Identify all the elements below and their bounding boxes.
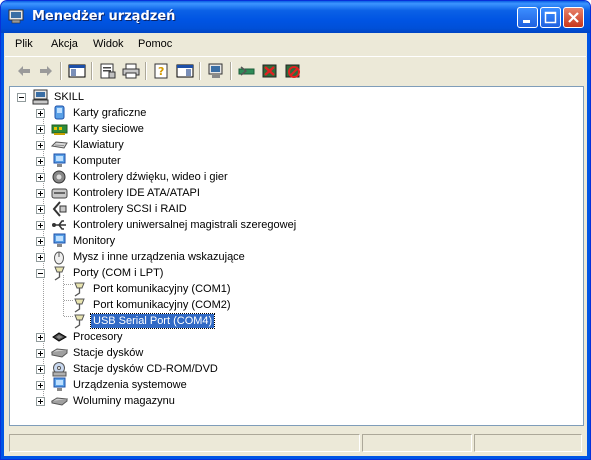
computer-icon: [32, 89, 49, 105]
expand-toggle[interactable]: [36, 205, 45, 214]
port-icon: [74, 314, 85, 329]
show-hide-console-tree-icon[interactable]: [68, 63, 86, 79]
tree-item-label: Mysz i inne urządzenia wskazujące: [73, 251, 245, 263]
sound-icon: [52, 170, 66, 184]
tree-item-label: Stacje dysków CD-ROM/DVD: [73, 363, 218, 375]
close-icon: [568, 12, 579, 23]
toolbar-separator: [91, 62, 93, 80]
device-manager-window: Menedżer urządzeń Plik Akcja Widok Pomoc…: [0, 0, 591, 460]
uninstall-icon[interactable]: [261, 63, 279, 79]
tree-item-label: Porty (COM i LPT): [73, 267, 164, 279]
usb-icon: [52, 220, 66, 230]
close-button[interactable]: [563, 7, 584, 28]
expand-toggle[interactable]: [36, 397, 45, 406]
toolbar-separator: [60, 62, 62, 80]
keyboard-icon: [51, 141, 68, 149]
tree-item-label: Procesory: [73, 331, 123, 343]
forward-icon[interactable]: [37, 63, 55, 79]
expand-toggle[interactable]: [36, 173, 45, 182]
tree-item-label: Stacje dysków: [73, 347, 144, 359]
window-title: Menedżer urządzeń: [32, 9, 176, 24]
device-manager-icon: [8, 9, 24, 24]
toolbar-separator: [230, 62, 232, 80]
tree-item-label: Kontrolery uniwersalnej magistrali szere…: [73, 219, 297, 231]
tree-item-label: Karty graficzne: [73, 107, 147, 119]
tree-item-label: Karty sieciowe: [73, 123, 144, 135]
status-pane: [9, 434, 360, 452]
tree-item-label: Port komunikacyjny (COM2): [93, 299, 231, 311]
expand-toggle[interactable]: [36, 157, 45, 166]
ide-controller-icon: [51, 188, 68, 199]
expand-toggle[interactable]: [36, 189, 45, 198]
disk-drive-icon: [51, 348, 68, 358]
network-adapter-icon: [51, 124, 68, 135]
tree-item-label: Kontrolery SCSI i RAID: [73, 203, 187, 215]
computer-icon: [53, 153, 66, 167]
toolbar: ?: [5, 56, 586, 86]
device-tree[interactable]: SKILL Karty graficzne Karty sieciowe Kla…: [9, 86, 584, 426]
scan-hardware-icon[interactable]: [207, 63, 225, 79]
back-icon[interactable]: [15, 63, 33, 79]
collapse-toggle[interactable]: [36, 269, 45, 278]
tree-item-label: Urządzenia systemowe: [73, 379, 187, 391]
maximize-button[interactable]: [540, 7, 561, 28]
status-pane: [474, 434, 582, 452]
minimize-button[interactable]: [517, 7, 538, 28]
tree-item-label: Kontrolery dźwięku, wideo i gier: [73, 171, 228, 183]
menu-akcja[interactable]: Akcja: [51, 38, 78, 50]
system-devices-icon: [53, 377, 66, 391]
tree-item-label: Woluminy magazynu: [73, 395, 175, 407]
tree-root-label: SKILL: [54, 91, 84, 103]
expand-toggle[interactable]: [36, 253, 45, 262]
toolbar-separator: [145, 62, 147, 80]
scsi-controller-icon: [52, 201, 67, 217]
status-pane: [362, 434, 472, 452]
toolbar-separator: [199, 62, 201, 80]
expand-toggle[interactable]: [36, 381, 45, 390]
svg-text:?: ?: [158, 65, 164, 78]
expand-toggle[interactable]: [36, 221, 45, 230]
port-icon: [74, 282, 85, 297]
tree-item-label: Port komunikacyjny (COM1): [93, 283, 231, 295]
expand-toggle[interactable]: [36, 333, 45, 342]
expand-toggle[interactable]: [36, 141, 45, 150]
mouse-icon: [54, 251, 64, 265]
tree-item-label: Kontrolery IDE ATA/ATAPI: [73, 187, 200, 199]
tree-line: [63, 275, 64, 316]
storage-volume-icon: [51, 397, 68, 406]
tree-item-label: Klawiatury: [73, 139, 124, 151]
expand-toggle[interactable]: [36, 365, 45, 374]
tree-item-label: Komputer: [73, 155, 121, 167]
maximize-icon: [544, 11, 557, 24]
port-icon: [54, 266, 65, 281]
tree-item-label: USB Serial Port (COM4): [89, 313, 216, 329]
expand-toggle[interactable]: [36, 109, 45, 118]
monitor-icon: [53, 233, 66, 247]
title-bar[interactable]: Menedżer urządzeń: [1, 1, 590, 33]
port-icon: [74, 298, 85, 313]
show-hide-action-pane-icon[interactable]: [176, 63, 194, 79]
menu-widok[interactable]: Widok: [93, 38, 124, 50]
print-icon[interactable]: [122, 63, 140, 79]
properties-icon[interactable]: [99, 63, 117, 79]
expand-toggle[interactable]: [36, 125, 45, 134]
display-adapter-icon: [54, 105, 65, 120]
menu-bar: Plik Akcja Widok Pomoc: [5, 33, 586, 55]
collapse-toggle[interactable]: [17, 93, 26, 102]
minimize-icon: [523, 20, 530, 23]
status-bar: [5, 431, 586, 455]
update-driver-icon[interactable]: [238, 63, 256, 79]
help-icon[interactable]: ?: [153, 63, 171, 79]
menu-plik[interactable]: Plik: [15, 38, 33, 50]
disable-icon[interactable]: [284, 63, 302, 79]
menu-pomoc[interactable]: Pomoc: [138, 38, 172, 50]
expand-toggle[interactable]: [36, 349, 45, 358]
processor-icon: [52, 332, 68, 342]
cdrom-icon: [52, 362, 67, 377]
expand-toggle[interactable]: [36, 237, 45, 246]
tree-item-label: Monitory: [73, 235, 116, 247]
